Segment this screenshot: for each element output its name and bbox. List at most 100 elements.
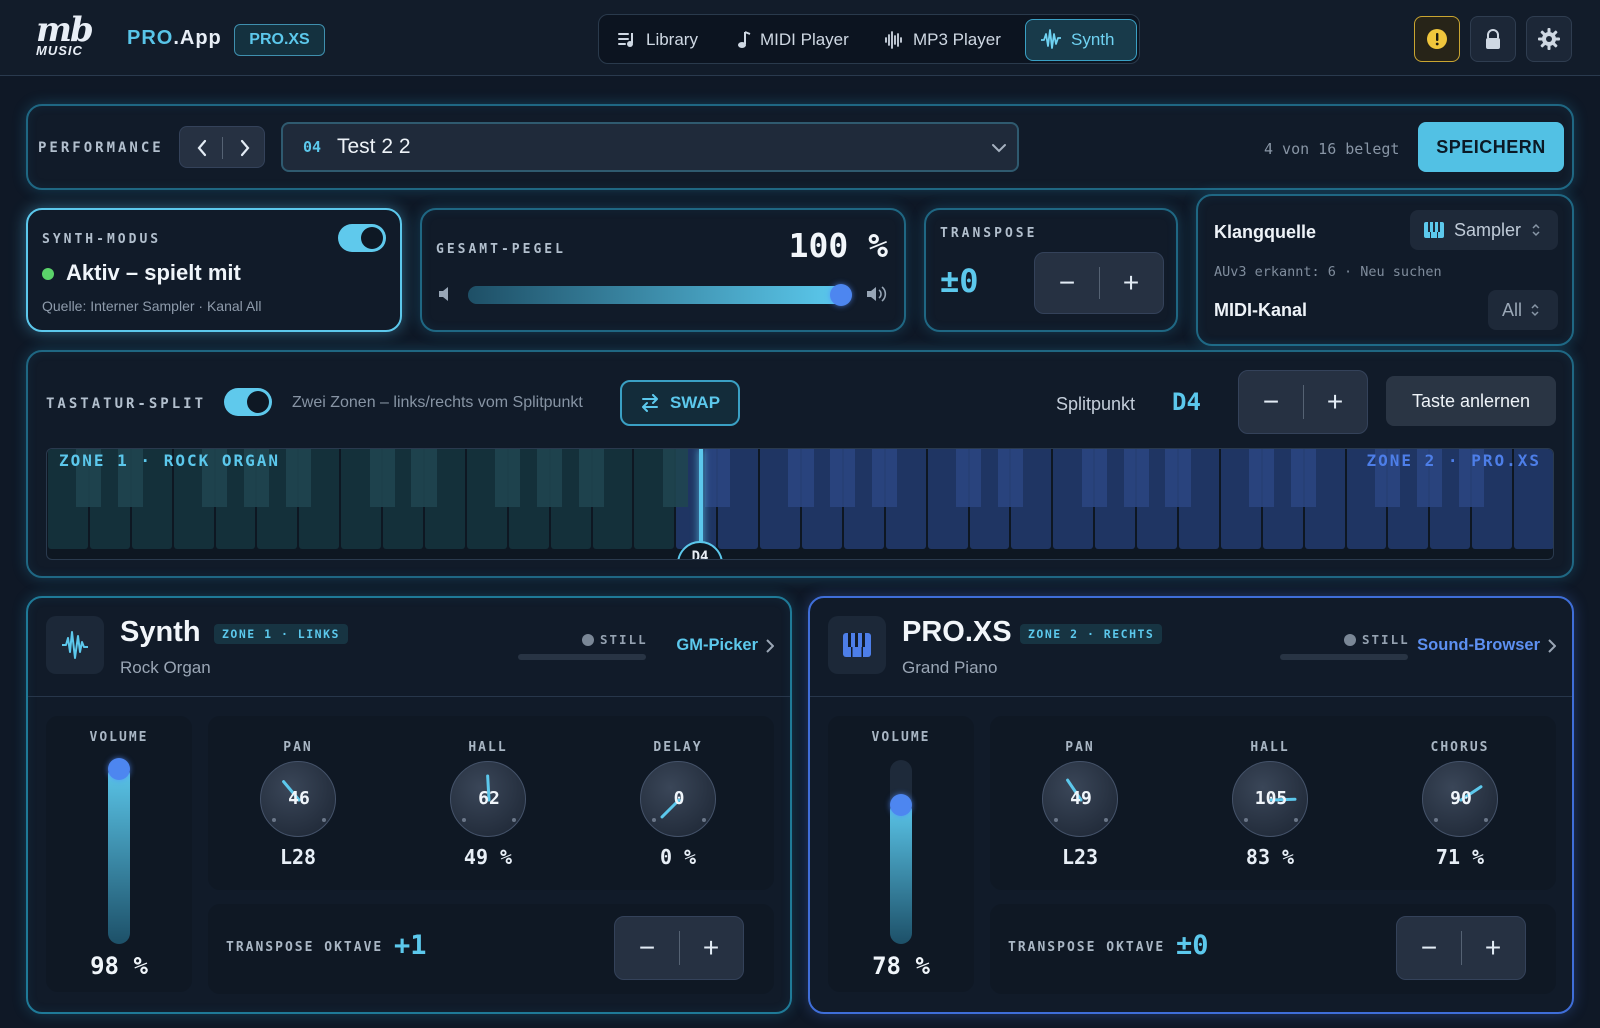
knob-dial[interactable]: 90 (1422, 761, 1498, 837)
splitpoint-stepper: − + (1238, 370, 1368, 434)
octave-decrease-button[interactable]: − (615, 917, 679, 979)
save-button[interactable]: SPEICHERN (1418, 122, 1564, 172)
sound-source-card: Klangquelle Sampler AUv3 erkannt: 6 · Ne… (1196, 194, 1574, 346)
black-key[interactable] (1081, 449, 1107, 507)
transpose-label: TRANSPOSE (940, 226, 1038, 241)
knob-dial[interactable]: 62 (450, 761, 526, 837)
volume-section: VOLUME 98 % (46, 716, 192, 992)
warning-button[interactable] (1414, 16, 1460, 62)
black-key[interactable] (955, 449, 982, 507)
tab-library[interactable]: Library (603, 19, 712, 61)
black-key[interactable] (704, 449, 730, 507)
black-key[interactable] (1291, 449, 1317, 507)
auv3-info[interactable]: AUv3 erkannt: 6 · Neu suchen (1214, 264, 1442, 280)
transpose-increase-button[interactable]: + (1099, 253, 1163, 313)
knob-dial[interactable]: 0 (640, 761, 716, 837)
knob-dial[interactable]: 105 (1232, 761, 1308, 837)
splitpoint-increase-button[interactable]: + (1303, 371, 1367, 433)
transpose-decrease-button[interactable]: − (1035, 253, 1099, 313)
black-key[interactable] (662, 449, 688, 507)
lock-button[interactable] (1470, 16, 1516, 62)
synth-mode-toggle[interactable] (338, 224, 386, 252)
keyboard[interactable]: ZONE 1 · ROCK ORGAN ZONE 2 · PRO.XS D4 (46, 448, 1554, 560)
tab-synth-label: Synth (1071, 30, 1115, 49)
master-level-card: GESAMT-PEGEL 100 % (420, 208, 906, 332)
main-nav: Library MIDI Player MP3 Player Synth (598, 14, 1140, 64)
zone-browse-link[interactable]: Sound-Browser (1417, 636, 1556, 655)
learn-key-button[interactable]: Taste anlernen (1386, 376, 1556, 426)
splitpoint-decrease-button[interactable]: − (1239, 371, 1303, 433)
knob-value: L28 (279, 845, 317, 869)
swap-button[interactable]: SWAP (620, 380, 740, 426)
black-key[interactable] (1165, 449, 1191, 507)
library-icon (618, 33, 633, 47)
prev-performance-button[interactable] (180, 127, 223, 169)
zone-browse-link[interactable]: GM-Picker (676, 636, 774, 655)
tab-mp3-player-label: MP3 Player (913, 30, 1001, 49)
knob-label: PAN (1065, 740, 1095, 755)
knob-inner-value: 90 (1450, 788, 1472, 809)
octave-value: +1 (394, 930, 427, 961)
piano-icon (843, 633, 871, 657)
zone-tag: ZONE 1 · LINKS (214, 624, 348, 644)
knob-dial[interactable]: 49 (1042, 761, 1118, 837)
octave-increase-button[interactable]: + (1461, 917, 1525, 979)
black-key[interactable] (788, 449, 814, 507)
chevron-left-icon (197, 139, 206, 157)
black-key[interactable] (537, 449, 563, 507)
synth-mode-source: Quelle: Interner Sampler · Kanal All (42, 298, 262, 314)
black-key[interactable] (411, 449, 437, 507)
knob-dial[interactable]: 46 (260, 761, 336, 837)
knob-value: 83 % (1245, 845, 1295, 869)
black-key[interactable] (578, 449, 605, 507)
performance-select[interactable]: 04 Test 2 2 (281, 122, 1019, 172)
knob-value: 0 % (659, 845, 697, 869)
octave-decrease-button[interactable]: − (1397, 917, 1461, 979)
master-level-thumb[interactable] (830, 284, 852, 306)
tab-mp3-player[interactable]: MP3 Player (870, 19, 1015, 61)
knob-hall: HALL 105 83 % (1200, 740, 1340, 869)
black-key[interactable] (495, 449, 521, 507)
knob-inner-value: 46 (288, 788, 310, 809)
black-key[interactable] (285, 449, 311, 507)
synth-wave-icon (1041, 29, 1061, 49)
volume-label: VOLUME (871, 730, 931, 745)
slots-info: 4 von 16 belegt (1264, 140, 1400, 158)
midi-channel-select[interactable]: All (1488, 290, 1558, 330)
knob-label: HALL (1250, 740, 1290, 755)
updown-icon (1531, 303, 1539, 317)
octave-stepper: − + (1396, 916, 1526, 980)
split-toggle[interactable] (224, 388, 272, 416)
black-key[interactable] (872, 449, 898, 507)
black-key[interactable] (1249, 449, 1275, 507)
midi-channel-label: MIDI-Kanal (1214, 300, 1308, 320)
octave-increase-button[interactable]: + (679, 917, 743, 979)
splitpoint-value: D4 (1172, 388, 1201, 416)
swap-icon (641, 394, 658, 412)
zone-title: Synth (120, 616, 201, 648)
zone2-panel: PRO.XS ZONE 2 · RECHTS Grand Piano STILL Sou… (808, 596, 1574, 1014)
volume-thumb[interactable] (108, 757, 130, 780)
tab-midi-player[interactable]: MIDI Player (723, 19, 863, 61)
klangquelle-value: Sampler (1454, 219, 1522, 240)
klangquelle-select[interactable]: Sampler (1410, 210, 1558, 250)
black-key[interactable] (997, 449, 1023, 507)
transpose-stepper: − + (1034, 252, 1164, 314)
lock-icon (1486, 29, 1500, 49)
black-key[interactable] (369, 449, 395, 507)
next-performance-button[interactable] (223, 127, 266, 169)
settings-button[interactable] (1526, 16, 1572, 62)
knob-delay: DELAY 0 0 % (608, 740, 748, 869)
knob-value: 71 % (1435, 845, 1485, 869)
black-key[interactable] (1123, 449, 1149, 507)
volume-value: 78 % (872, 952, 930, 980)
tab-synth[interactable]: Synth (1025, 19, 1137, 61)
volume-section: VOLUME 78 % (828, 716, 974, 992)
split-description: Zwei Zonen – links/rechts vom Splitpunkt (292, 394, 583, 411)
activity-dot (1344, 634, 1356, 646)
black-key[interactable] (830, 449, 856, 507)
chevron-right-icon (240, 139, 249, 157)
app-badge: PRO.XS (234, 24, 325, 56)
master-level-slider[interactable] (468, 284, 852, 306)
master-level-value: 100 % (788, 226, 888, 265)
